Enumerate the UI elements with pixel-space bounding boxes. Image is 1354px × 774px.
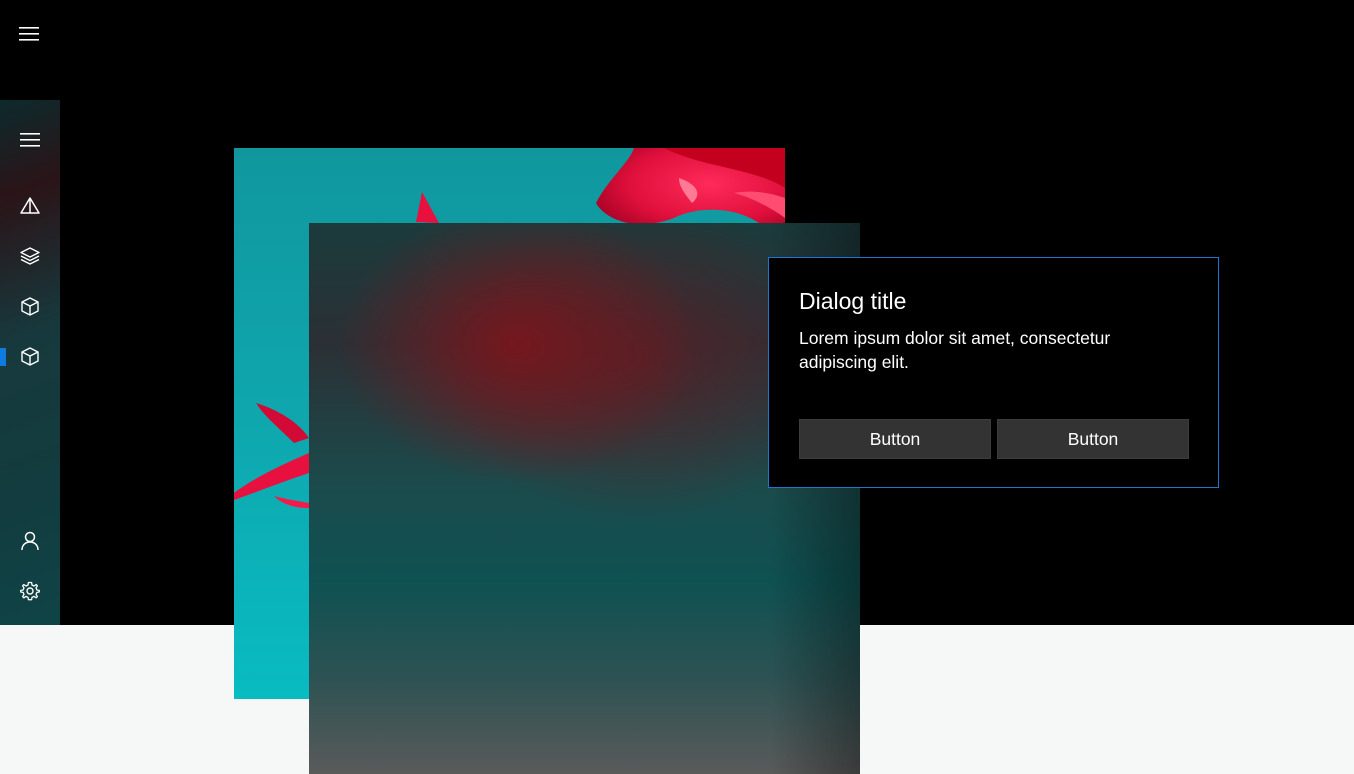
nav-item-triangle[interactable] <box>0 186 60 226</box>
dialog-button-row: Button Button <box>799 419 1189 459</box>
nav-item-cube[interactable] <box>0 286 60 326</box>
cube-icon <box>21 296 39 316</box>
dialog-title: Dialog title <box>799 288 907 314</box>
dialog: Dialog title Lorem ipsum dolor sit amet,… <box>768 257 1219 488</box>
nav-item-cube-selected[interactable] <box>0 336 60 376</box>
layers-icon <box>20 247 40 265</box>
person-icon <box>21 531 39 551</box>
nav-rail <box>0 100 60 625</box>
gear-icon <box>20 581 40 601</box>
nav-item-settings[interactable] <box>0 571 60 611</box>
top-menu-hamburger-icon[interactable] <box>10 16 48 52</box>
nav-hamburger-icon[interactable] <box>0 120 60 160</box>
dialog-secondary-button[interactable]: Button <box>997 419 1189 459</box>
dialog-body: Lorem ipsum dolor sit amet, consectetur … <box>799 328 1111 372</box>
triangle-icon <box>20 197 40 215</box>
nav-item-account[interactable] <box>0 521 60 561</box>
nav-item-layers[interactable] <box>0 236 60 276</box>
dialog-primary-button[interactable]: Button <box>799 419 991 459</box>
app-canvas: Dialog title Lorem ipsum dolor sit amet,… <box>0 0 1354 774</box>
cube-icon <box>21 346 39 366</box>
